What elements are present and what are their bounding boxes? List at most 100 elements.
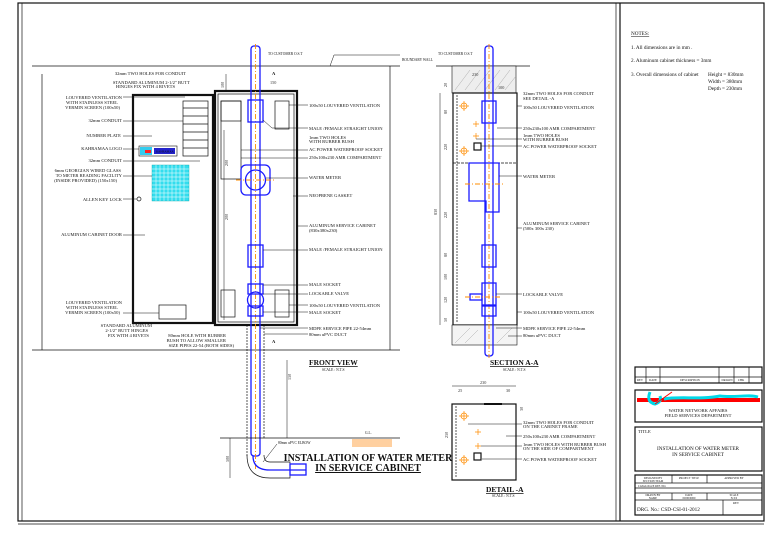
label-text: MALE /FEMALE STRAIGHT UNION bbox=[309, 247, 383, 252]
label-text: 220 bbox=[443, 144, 448, 150]
detail-scale: SCALE : N.T.S bbox=[492, 494, 515, 498]
rev-label: REV bbox=[733, 501, 740, 505]
louvered-ventilation-door-top bbox=[182, 100, 209, 157]
allen-key-lock-icon[interactable] bbox=[136, 196, 142, 202]
label-text: CHK bbox=[738, 378, 745, 382]
amr-compartment bbox=[220, 100, 242, 122]
louvered-ventilation-body-bottom-left bbox=[220, 289, 236, 318]
label-text: 830 bbox=[433, 209, 438, 215]
note-depth: Depth = 230mm bbox=[708, 86, 742, 92]
detail-title: DETAIL -A bbox=[486, 485, 524, 494]
front-view-left-labels: 32mm TWO HOLES FOR CONDUIT STANDARD ALUM… bbox=[54, 71, 234, 348]
detail-dim-25: 25 bbox=[458, 388, 462, 393]
dim-200-b: 200 bbox=[224, 214, 229, 220]
note-width: Width = 380mm bbox=[708, 79, 742, 85]
label-text: REV bbox=[637, 378, 644, 382]
label-text: WATER METER bbox=[309, 175, 342, 180]
label-text: MALE /FEMALE STRAIGHT UNION bbox=[309, 126, 383, 131]
detail-dim-230: 230 bbox=[480, 380, 486, 385]
notes-panel: NOTES: 1. All dimensions are in mm . 2. … bbox=[631, 31, 744, 92]
label-text: 80 bbox=[443, 253, 448, 257]
ground-hatch bbox=[352, 439, 392, 447]
label-text: DESCRIPTION bbox=[680, 378, 700, 382]
wired-glass-window bbox=[151, 164, 190, 202]
label-text: 100x50 LOUVERED VENTILATION bbox=[523, 310, 595, 315]
logo-text: KAHRAMAA bbox=[156, 150, 175, 154]
label-text: 00/00/0000 bbox=[683, 497, 696, 500]
section-scale: SCALE : N.T.S bbox=[503, 368, 526, 372]
label-text: (500x 300x 230) bbox=[523, 226, 554, 231]
label-text: APPROVED BY bbox=[724, 477, 743, 480]
label-text: LOCKABLE VALVE bbox=[523, 292, 563, 297]
label-text: MALE SOCKET bbox=[309, 282, 341, 287]
label-text: SIZE PIPES 22-54 (BOTH SIDES) bbox=[169, 343, 235, 348]
label-text: 32mm TWO HOLES FOR CONDUIT bbox=[115, 71, 186, 76]
section-title: SECTION A-A bbox=[490, 358, 539, 367]
label-text: HINGES FIX WITH 4 RIVETS bbox=[116, 84, 176, 89]
dim-200-a: 200 bbox=[224, 160, 229, 166]
detail-dim-30: 30 bbox=[506, 388, 510, 393]
info-table-cells: DESIGNED BY SECTION TEAM PROJECT TITLE A… bbox=[638, 477, 744, 500]
label-text: 80 bbox=[443, 110, 448, 114]
dim-150-b: 150 bbox=[287, 374, 292, 380]
title-label: TITLE bbox=[638, 429, 651, 434]
front-view-title: FRONT VIEW bbox=[309, 358, 358, 367]
label-text: SECTION TEAM bbox=[643, 480, 664, 483]
label-text: NUMBER PLATE bbox=[86, 133, 121, 138]
label-text: CATALOGUE REF. NO. bbox=[638, 485, 667, 488]
label-text: 250x230x100 AMR COMPARTMENT bbox=[523, 126, 595, 131]
louvered-ventilation-door-bottom bbox=[158, 304, 187, 320]
detail-dim-30b: 30 bbox=[519, 407, 524, 411]
label-text: MALE SOCKET bbox=[309, 310, 341, 315]
label-text: AC POWER WATERPROOF SOCKET bbox=[309, 147, 383, 152]
label-text: FIX WITH 4 RIVETS bbox=[108, 333, 150, 338]
front-view: BOUNDARY WALL TO CUSTOMER O.S.T A A KAHR… bbox=[32, 44, 433, 479]
detail-a: 230 25 30 250 30 32mm TWO HOLES FOR COND… bbox=[444, 380, 607, 498]
label-text: 220 bbox=[443, 212, 448, 218]
ground-level-label: G.L. bbox=[365, 431, 372, 435]
label-text: 100 bbox=[443, 274, 448, 280]
label-text: SEE DETAIL -A bbox=[523, 96, 555, 101]
label-text: ON THE SIDE OF COMPARTMENT bbox=[523, 446, 594, 451]
section-a-a: TO CUSTOMER O.S.T 230 100 20 80 220 830 … bbox=[433, 44, 597, 372]
label-text: (INSIDE PROVIDED) (150x150) bbox=[54, 178, 117, 183]
label-text: WATER METER bbox=[523, 174, 556, 179]
label-text: DRAWN bbox=[721, 378, 733, 382]
title-block-title-line2: IN SERVICE CABINET bbox=[672, 452, 725, 458]
label-text: AC POWER WATERPROOF SOCKET bbox=[523, 144, 597, 149]
label-text: NEOPRENE GASKET bbox=[309, 193, 352, 198]
detail-dim-250: 250 bbox=[444, 432, 449, 438]
dim-500: 500 bbox=[225, 456, 230, 462]
label-text: KAHRAMAA LOGO bbox=[81, 146, 122, 151]
label-text: N.T.S bbox=[731, 497, 738, 500]
drawing-number: DRG. No.: CSD-CSI-01-2012 bbox=[637, 507, 700, 513]
label-text: 230 bbox=[472, 72, 478, 77]
detail-labels: 32mm TWO HOLES FOR CONDUIT ON THE CABINE… bbox=[468, 420, 607, 462]
section-marker-bottom: A bbox=[272, 339, 276, 344]
label-text: 50 bbox=[443, 318, 448, 322]
note-2: 2. Aluminum cabinet thickness = 3mm bbox=[631, 58, 711, 64]
note-height: Height = 830mm bbox=[708, 72, 744, 78]
drawing-title-line2: IN SERVICE CABINET bbox=[315, 463, 421, 474]
section-marker: A bbox=[272, 71, 276, 76]
label-text: DATE bbox=[649, 378, 657, 382]
title-block: REV DATE DESCRIPTION DRAWN CHK WATER NET… bbox=[634, 366, 763, 516]
dim-100: 100 bbox=[220, 82, 225, 88]
front-view-scale: SCALE : N.T.S bbox=[322, 368, 345, 372]
department-logo bbox=[637, 391, 760, 406]
section-labels: 32mm TWO HOLES FOR CONDUIT SEE DETAIL -A… bbox=[476, 91, 597, 338]
louvered-ventilation-body-top bbox=[274, 100, 290, 130]
section-to-customer-label: TO CUSTOMER O.S.T bbox=[438, 52, 473, 56]
label-text: ON THE CABINET FRAME bbox=[523, 424, 578, 429]
label-text: MDPE SERVICE PIPE 22-54mm bbox=[523, 326, 586, 331]
note-3: 3. Overall dimensions of cabinet bbox=[631, 71, 699, 78]
front-view-right-labels: 100x50 LOUVERED VENTILATION MALE /FEMALE… bbox=[309, 103, 383, 337]
label-text: 20 bbox=[443, 83, 448, 87]
label-text: ALUMINUM CABINET DOOR bbox=[61, 232, 123, 237]
label-text: WITH RUBBER BUSH bbox=[523, 137, 569, 142]
section-water-meter bbox=[468, 162, 500, 213]
label-text: 100x50 LOUVERED VENTILATION bbox=[309, 303, 381, 308]
label-text: 100x50 LOUVERED VENTILATION bbox=[309, 103, 381, 108]
label-text: MDPE SERVICE PIPE 22-54mm bbox=[309, 326, 372, 331]
engineering-drawing-sheet: BOUNDARY WALL TO CUSTOMER O.S.T A A KAHR… bbox=[17, 2, 765, 525]
